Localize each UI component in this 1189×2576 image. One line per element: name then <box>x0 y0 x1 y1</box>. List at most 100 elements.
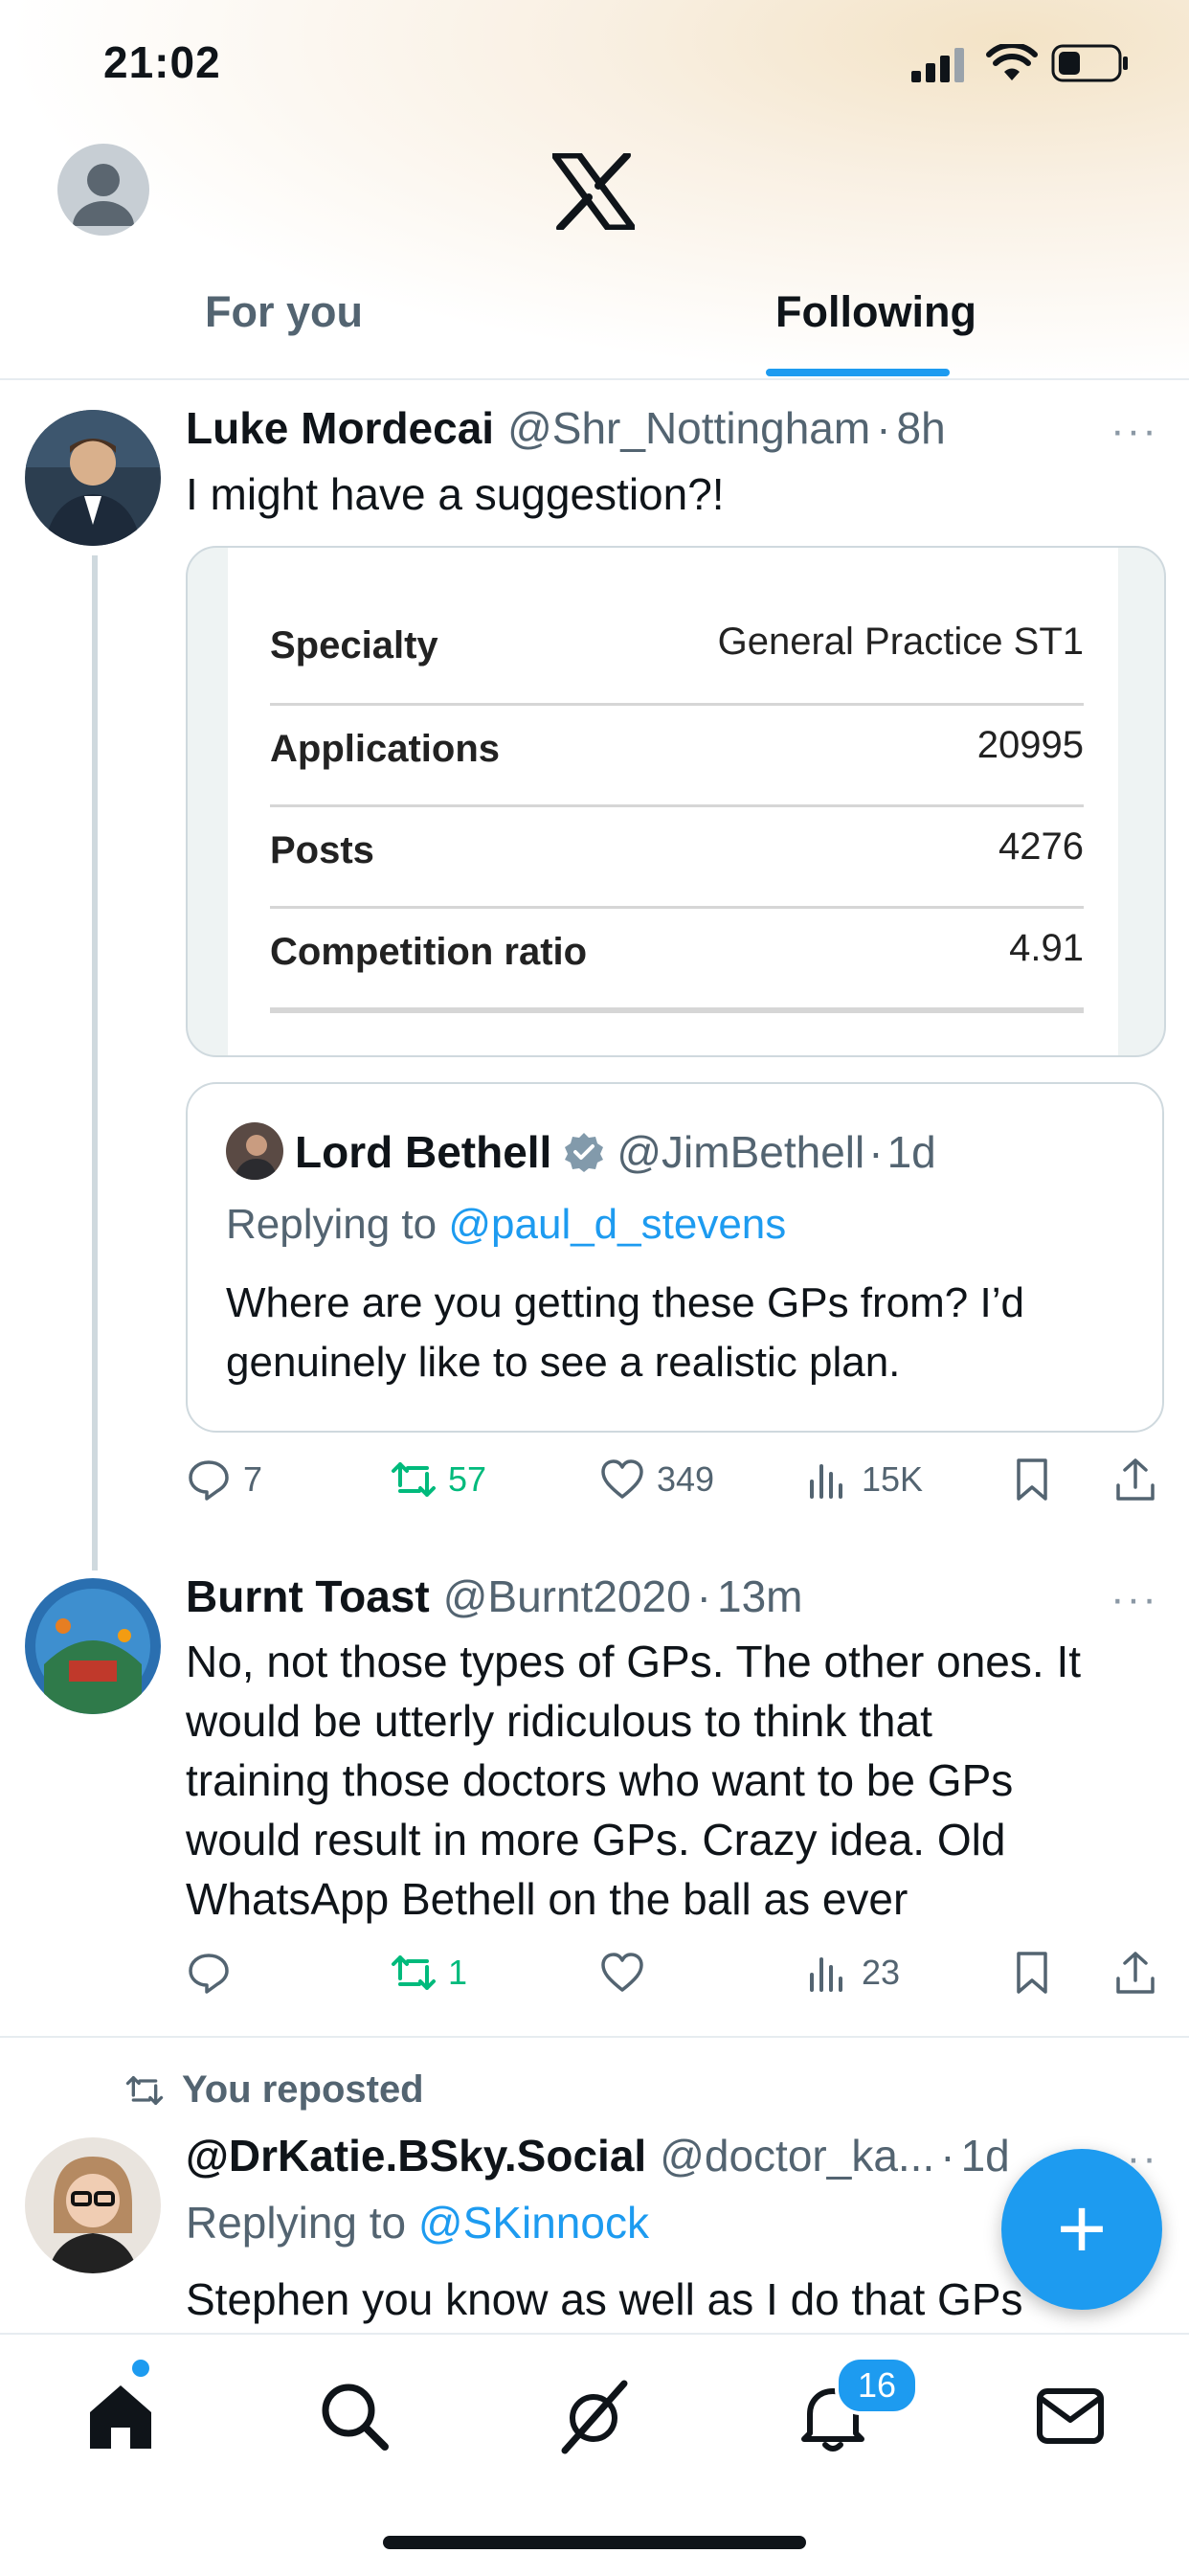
tab-following[interactable]: Following <box>775 287 976 337</box>
separator: · <box>868 1127 884 1177</box>
default-avatar-icon <box>73 164 134 226</box>
quote-author-handle: @JimBethell <box>617 1127 865 1177</box>
post-image[interactable]: Specialty General Practice ST1 Applicati… <box>186 546 1166 1057</box>
table-label: Competition ratio <box>270 931 588 973</box>
author-name[interactable]: Burnt Toast <box>186 1570 430 1622</box>
post-time[interactable]: 13m <box>717 1570 802 1622</box>
bookmark-button[interactable] <box>1009 1944 1055 2001</box>
replying-to-prefix: Replying to <box>226 1201 449 1248</box>
reply-icon <box>189 1460 229 1501</box>
repost-button[interactable]: 1 <box>391 1944 467 2001</box>
signal-icon <box>911 48 964 82</box>
post-divider <box>0 2036 1189 2038</box>
table-label: Posts <box>270 829 374 871</box>
table-row: Specialty General Practice ST1 <box>270 588 1084 689</box>
table-row: Applications 20995 <box>270 691 1084 793</box>
quote-author-name: Lord Bethell <box>295 1127 552 1177</box>
profile-avatar[interactable] <box>57 144 149 236</box>
repost-count: 1 <box>448 1953 468 1992</box>
replying-to: Replying to @paul_d_stevens <box>226 1201 786 1249</box>
table-label: Specialty <box>270 624 438 667</box>
active-tab-indicator <box>766 369 950 376</box>
separator: · <box>696 1571 711 1621</box>
replying-to: Replying to @SKinnock <box>186 2197 649 2248</box>
views-button[interactable]: 23 <box>804 1944 900 2001</box>
grok-icon[interactable] <box>555 2378 632 2454</box>
table-row: Competition ratio 4.91 <box>270 894 1084 996</box>
post-time[interactable]: 8h <box>897 402 946 454</box>
quote-text-line: genuinely like to see a realistic plan. <box>226 1339 901 1386</box>
quote-time: 1d <box>886 1127 936 1177</box>
replying-to-link[interactable]: @paul_d_stevens <box>448 1201 786 1248</box>
repost-icon <box>392 1955 436 1990</box>
quote-text: Where are you getting these GPs from? I’… <box>226 1274 1024 1392</box>
post-text: I might have a suggestion?! <box>186 469 725 519</box>
bookmark-icon <box>1017 1952 1047 1994</box>
author-handle[interactable]: @Shr_Nottingham <box>507 402 870 454</box>
table-value: 4276 <box>998 825 1084 868</box>
table-value: General Practice ST1 <box>717 621 1084 663</box>
views-count: 23 <box>862 1953 901 1992</box>
share-button[interactable] <box>1112 1451 1158 1508</box>
avatar[interactable] <box>25 2137 161 2273</box>
repost-count: 57 <box>448 1459 487 1499</box>
header-divider <box>0 378 1189 380</box>
battery-icon <box>1051 44 1128 82</box>
author-handle[interactable]: @doctor_ka... <box>660 2130 934 2181</box>
tab-for-you[interactable]: For you <box>205 287 363 337</box>
views-icon <box>810 1957 842 1992</box>
heart-icon <box>601 1953 643 1992</box>
reply-count: 7 <box>243 1459 263 1499</box>
compose-post-button[interactable]: + <box>1001 2149 1162 2310</box>
avatar[interactable] <box>25 1578 161 1714</box>
post-text-line: training those doctors who want to be GP… <box>186 1755 1014 1805</box>
replying-to-prefix: Replying to <box>186 2198 418 2248</box>
replying-to-link[interactable]: @SKinnock <box>418 2198 649 2248</box>
x-logo-icon[interactable] <box>552 153 635 230</box>
share-icon <box>1116 1952 1155 1994</box>
home-unread-dot <box>132 2360 149 2377</box>
like-button[interactable] <box>599 1944 657 2001</box>
post-text: Stephen you know as well as I do that GP… <box>186 2274 1023 2324</box>
more-options-button[interactable]: ··· <box>1110 1575 1158 1623</box>
like-button[interactable]: 349 <box>599 1451 714 1508</box>
post-text-line: would result in more GPs. Crazy idea. Ol… <box>186 1815 1006 1864</box>
repost-button[interactable]: 57 <box>391 1451 486 1508</box>
repost-indicator: You reposted <box>123 2068 424 2112</box>
table-value: 20995 <box>976 724 1084 766</box>
post-text-line: would be utterly ridiculous to think tha… <box>186 1696 932 1746</box>
search-icon[interactable] <box>316 2378 393 2454</box>
views-count: 15K <box>862 1459 924 1499</box>
repost-icon <box>125 2075 164 2105</box>
share-button[interactable] <box>1112 1944 1158 2001</box>
post-text-line: No, not those types of GPs. The other on… <box>186 1637 1082 1686</box>
status-time: 21:02 <box>103 37 221 87</box>
table-divider <box>270 1007 1084 1013</box>
share-icon <box>1116 1458 1155 1501</box>
notifications-badge: 16 <box>835 2356 919 2415</box>
messages-icon[interactable] <box>1032 2378 1109 2454</box>
table-row: Posts 4276 <box>270 793 1084 894</box>
home-icon[interactable] <box>82 2378 159 2454</box>
separator: · <box>876 403 891 453</box>
repost-icon <box>392 1462 436 1497</box>
bookmark-button[interactable] <box>1009 1451 1055 1508</box>
author-name[interactable]: @DrKatie.BSky.Social <box>186 2130 646 2181</box>
repost-label: You reposted <box>182 2068 424 2111</box>
post-text: No, not those types of GPs. The other on… <box>186 1632 1081 1929</box>
reply-icon <box>189 1954 229 1994</box>
post-text-line: WhatsApp Bethell on the ball as ever <box>186 1874 909 1924</box>
reply-button[interactable] <box>186 1944 243 2001</box>
quote-text-line: Where are you getting these GPs from? I’… <box>226 1279 1024 1326</box>
reply-button[interactable]: 7 <box>186 1451 262 1508</box>
avatar[interactable] <box>25 410 161 546</box>
heart-icon <box>601 1459 643 1499</box>
views-button[interactable]: 15K <box>804 1451 923 1508</box>
author-handle[interactable]: @Burnt2020 <box>443 1570 691 1622</box>
quote-avatar <box>226 1122 283 1180</box>
quoted-post[interactable]: Lord Bethell @JimBethell · 1d Replying t… <box>186 1082 1164 1433</box>
author-name[interactable]: Luke Mordecai <box>186 402 494 454</box>
verified-badge-icon <box>565 1133 604 1172</box>
more-options-button[interactable]: ··· <box>1110 407 1158 455</box>
wifi-icon <box>986 44 1038 80</box>
